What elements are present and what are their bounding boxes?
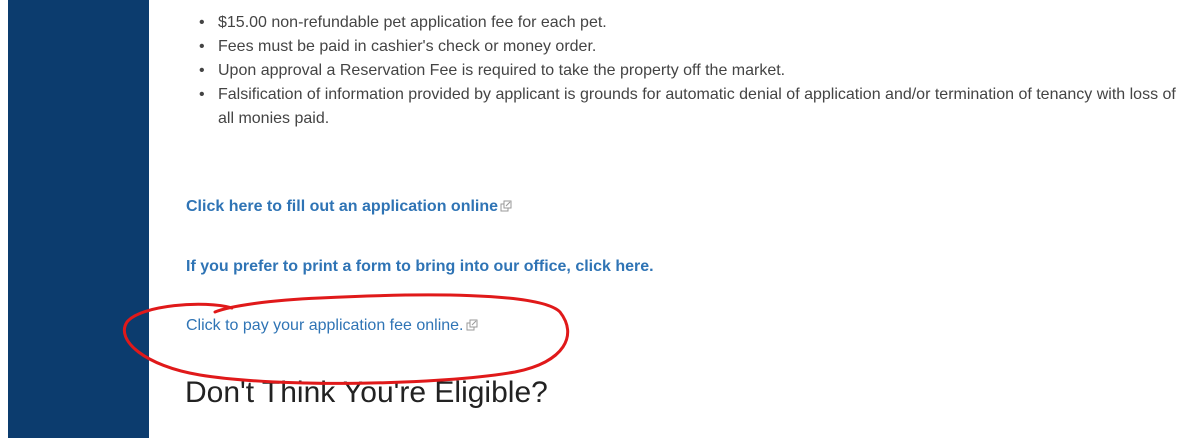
- apply-online-link-label: Click here to fill out an application on…: [186, 198, 499, 215]
- external-link-icon: [500, 200, 512, 212]
- left-margin: [0, 0, 8, 438]
- section-heading: Don't Think You're Eligible?: [185, 376, 548, 409]
- pay-fee-link-label: Click to pay your application fee online…: [186, 317, 464, 334]
- list-item: • Fees must be paid in cashier's check o…: [197, 35, 1177, 59]
- bullet-icon: •: [199, 14, 205, 31]
- list-item: • Upon approval a Reservation Fee is req…: [197, 59, 1177, 83]
- list-item: • Falsification of information provided …: [197, 83, 1177, 131]
- external-link-icon: [466, 319, 477, 331]
- bullet-icon: •: [199, 86, 205, 103]
- print-form-link[interactable]: If you prefer to print a form to bring i…: [186, 258, 654, 276]
- apply-online-link[interactable]: Click here to fill out an application on…: [186, 198, 512, 216]
- pay-fee-link[interactable]: Click to pay your application fee online…: [186, 317, 478, 335]
- print-form-link-label: If you prefer to print a form to bring i…: [186, 258, 654, 275]
- list-item-text: Fees must be paid in cashier's check or …: [218, 38, 597, 55]
- page: • $15.00 non-refundable pet application …: [0, 0, 1181, 438]
- sidebar: [8, 0, 149, 438]
- requirements-list: • $15.00 non-refundable pet application …: [197, 11, 1177, 131]
- main-content: • $15.00 non-refundable pet application …: [149, 0, 1181, 438]
- bullet-icon: •: [199, 38, 205, 55]
- bullet-icon: •: [199, 62, 205, 79]
- list-item-text: Falsification of information provided by…: [218, 86, 1176, 127]
- list-item-text: $15.00 non-refundable pet application fe…: [218, 14, 607, 31]
- list-item: • $15.00 non-refundable pet application …: [197, 11, 1177, 35]
- list-item-text: Upon approval a Reservation Fee is requi…: [218, 62, 786, 79]
